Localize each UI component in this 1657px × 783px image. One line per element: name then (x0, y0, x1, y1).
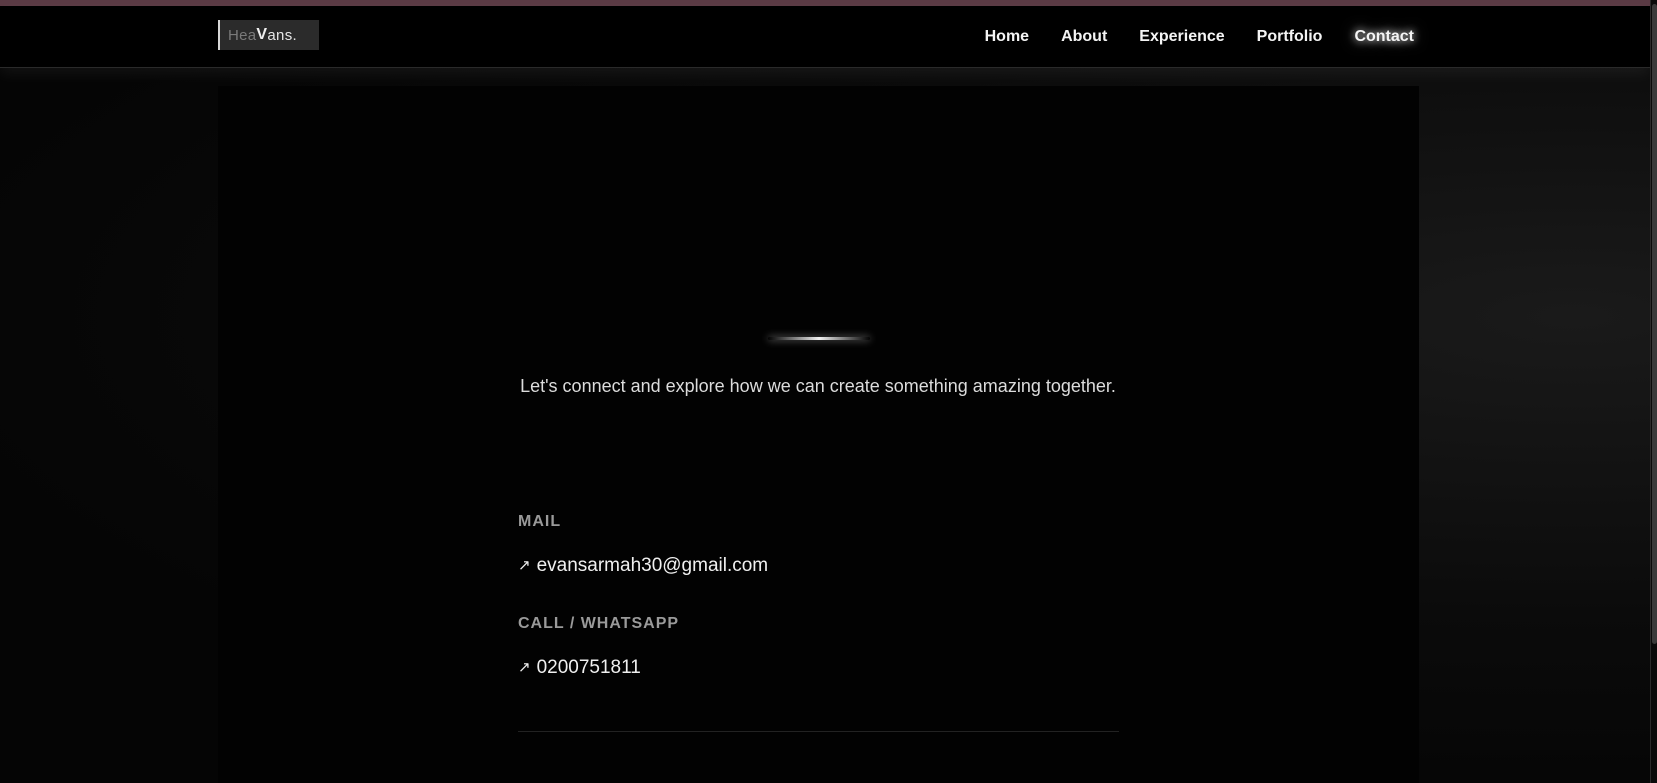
glow-divider (768, 337, 870, 340)
nav-item-about[interactable]: About (1061, 28, 1107, 46)
arrow-up-right-icon: ↗ (518, 557, 531, 574)
logo-text-part1: Hea (228, 26, 257, 44)
phone-number: 0200751811 (536, 657, 641, 678)
contact-details: MAIL ↗ evansarmah30@gmail.com CALL / WHA… (518, 512, 1119, 680)
contact-tagline: Let's connect and explore how we can cre… (520, 376, 1116, 396)
nav-item-experience[interactable]: Experience (1139, 28, 1224, 46)
section-divider (518, 731, 1119, 732)
site-logo[interactable]: Hea V ans. (218, 20, 319, 50)
nav-item-contact[interactable]: Contact (1354, 28, 1414, 46)
site-header: Hea V ans. Home About Experience Portfol… (0, 6, 1650, 68)
main-nav: Home About Experience Portfolio Contact (985, 6, 1414, 68)
nav-item-home[interactable]: Home (985, 28, 1029, 46)
phone-link[interactable]: ↗ 0200751811 (518, 656, 1119, 680)
arrow-up-right-icon: ↗ (518, 659, 531, 676)
scrollbar-thumb[interactable] (1652, 4, 1657, 644)
phone-label: CALL / WHATSAPP (518, 615, 680, 632)
nav-item-portfolio[interactable]: Portfolio (1257, 28, 1323, 46)
mail-address: evansarmah30@gmail.com (536, 555, 769, 576)
logo-text-part3: ans. (267, 26, 297, 44)
logo-text-part2: V (256, 26, 268, 43)
page-scrollbar[interactable] (1650, 0, 1657, 783)
mail-link[interactable]: ↗ evansarmah30@gmail.com (518, 554, 1119, 578)
mail-label: MAIL (518, 513, 562, 530)
